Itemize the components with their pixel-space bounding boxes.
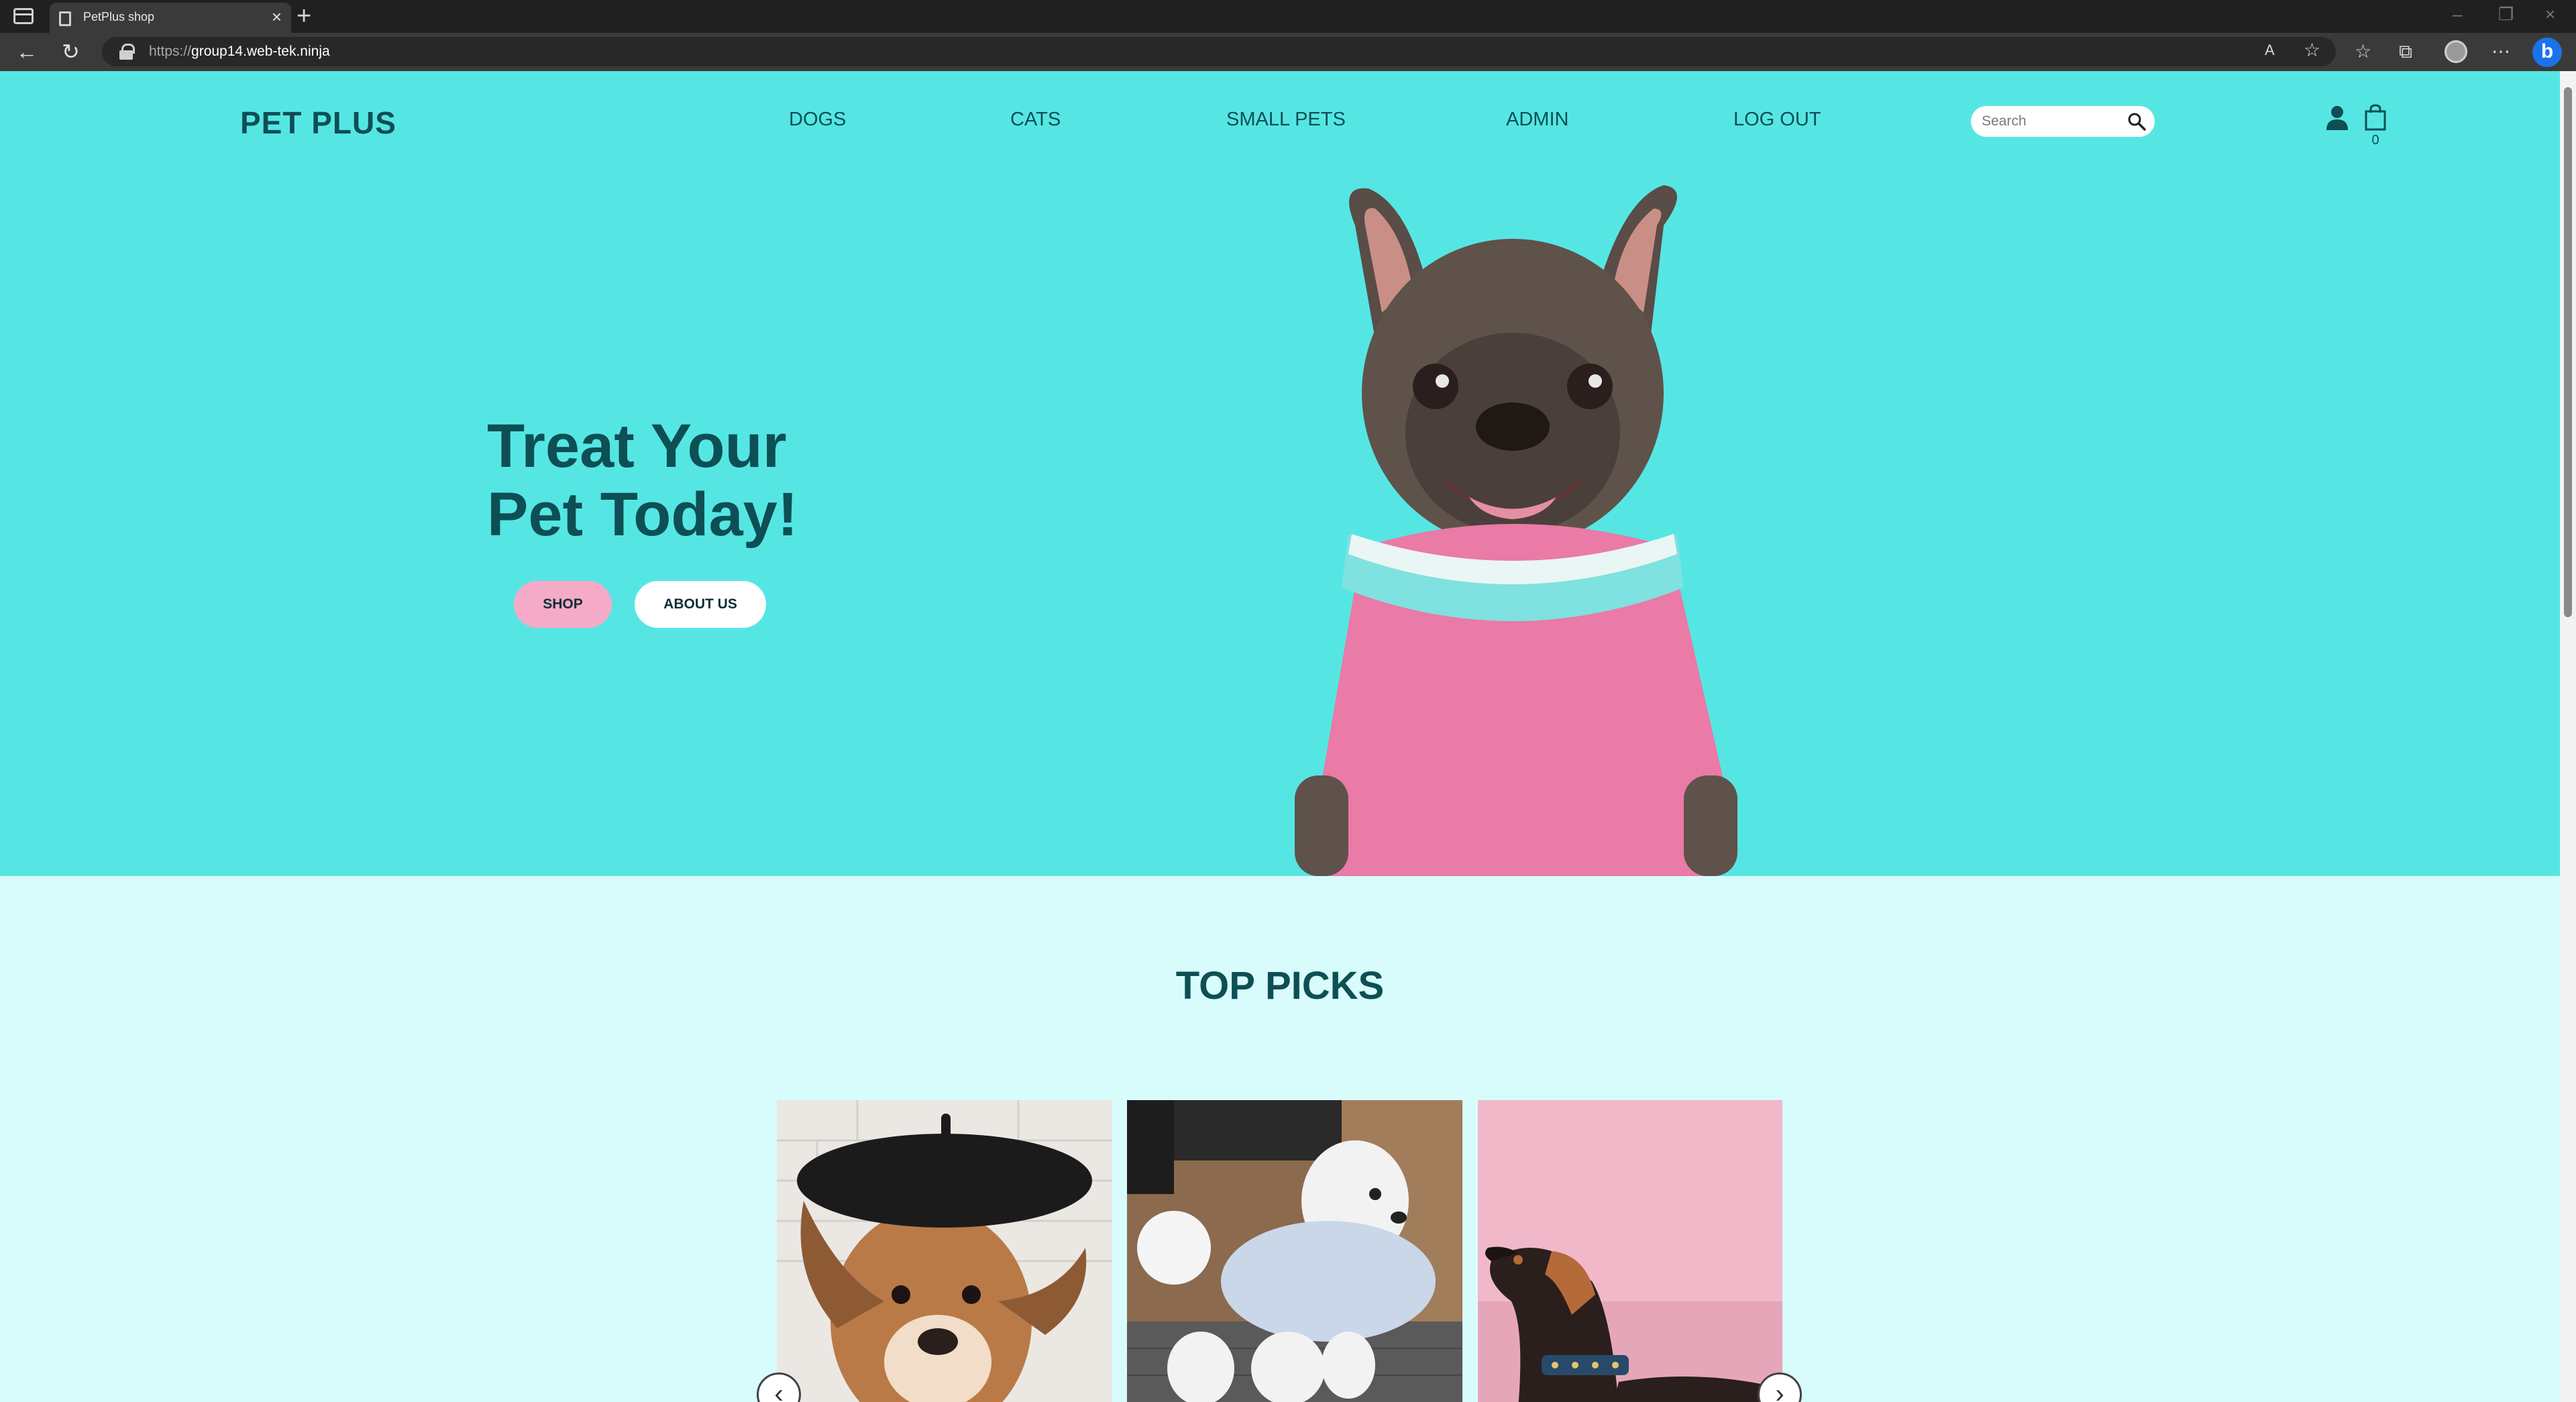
address-bar[interactable]: https://group14.web-tek.ninja A ☆ — [102, 37, 2336, 66]
headline-line-2: Pet Today! — [487, 480, 798, 549]
tab-actions-icon[interactable] — [13, 8, 34, 24]
white-poodle-image — [1127, 1100, 1462, 1402]
minimize-icon[interactable]: – — [2453, 4, 2462, 25]
nav-small-pets[interactable]: SMALL PETS — [1226, 109, 1346, 131]
more-menu-icon[interactable]: ⋯ — [2491, 38, 2510, 65]
scrollbar-thumb[interactable] — [2564, 87, 2572, 617]
top-pick-card[interactable] — [1478, 1100, 1782, 1402]
add-favorite-icon[interactable]: ☆ — [2304, 37, 2320, 64]
back-icon[interactable]: ← — [16, 38, 38, 65]
browser-toolbar: ← ↻ https://group14.web-tek.ninja A ☆ ☆ … — [0, 33, 2576, 71]
read-aloud-icon[interactable]: A — [2265, 37, 2275, 64]
browser-tab[interactable]: PetPlus shop × — [50, 3, 291, 33]
browser-tab-bar: PetPlus shop × + – ❐ × — [0, 0, 2576, 33]
search-input[interactable] — [1982, 112, 2116, 131]
page-scrollbar[interactable] — [2560, 71, 2576, 1402]
nav-log-out[interactable]: LOG OUT — [1733, 109, 1821, 131]
collections-icon[interactable]: ⧉ — [2399, 38, 2412, 65]
about-us-button[interactable]: ABOUT US — [635, 581, 766, 628]
headline-line-1: Treat Your — [487, 412, 787, 480]
page-viewport: PET PLUS DOGS CATS SMALL PETS ADMIN LOG … — [0, 71, 2560, 1402]
bing-copilot-icon[interactable]: b — [2532, 38, 2562, 67]
nav-dogs[interactable]: DOGS — [789, 109, 846, 131]
top-picks-title: TOP PICKS — [1175, 964, 1385, 1008]
shop-button[interactable]: SHOP — [514, 581, 612, 628]
restore-icon[interactable]: ❐ — [2498, 4, 2514, 25]
dachshund-image — [1478, 1100, 1782, 1402]
dog-beret-image — [777, 1100, 1112, 1402]
shopping-bag-icon[interactable] — [2363, 103, 2387, 131]
new-tab-icon[interactable]: + — [297, 3, 311, 30]
hero-section: PET PLUS DOGS CATS SMALL PETS ADMIN LOG … — [0, 71, 2560, 876]
tab-close-icon[interactable]: × — [272, 8, 282, 25]
top-pick-card[interactable] — [1127, 1100, 1462, 1402]
close-window-icon[interactable]: × — [2545, 4, 2555, 25]
nav-admin[interactable]: ADMIN — [1506, 109, 1568, 131]
cart-count-badge: 0 — [2371, 133, 2379, 148]
page-favicon-icon — [59, 11, 71, 26]
hero-dog-image — [1295, 185, 1737, 876]
site-logo[interactable]: PET PLUS — [240, 105, 396, 141]
favorites-icon[interactable]: ☆ — [2355, 38, 2371, 65]
search-box — [1971, 106, 2155, 137]
top-pick-card[interactable] — [777, 1100, 1112, 1402]
lock-icon[interactable] — [119, 44, 135, 60]
search-icon[interactable] — [2127, 111, 2147, 131]
url-text[interactable]: https://group14.web-tek.ninja — [149, 44, 330, 60]
user-account-icon[interactable] — [2325, 105, 2349, 131]
hero-headline: Treat Your Pet Today! — [487, 412, 798, 549]
refresh-icon[interactable]: ↻ — [62, 38, 80, 65]
profile-avatar-icon[interactable] — [2445, 40, 2467, 63]
nav-cats[interactable]: CATS — [1010, 109, 1061, 131]
tab-title: PetPlus shop — [83, 10, 155, 23]
